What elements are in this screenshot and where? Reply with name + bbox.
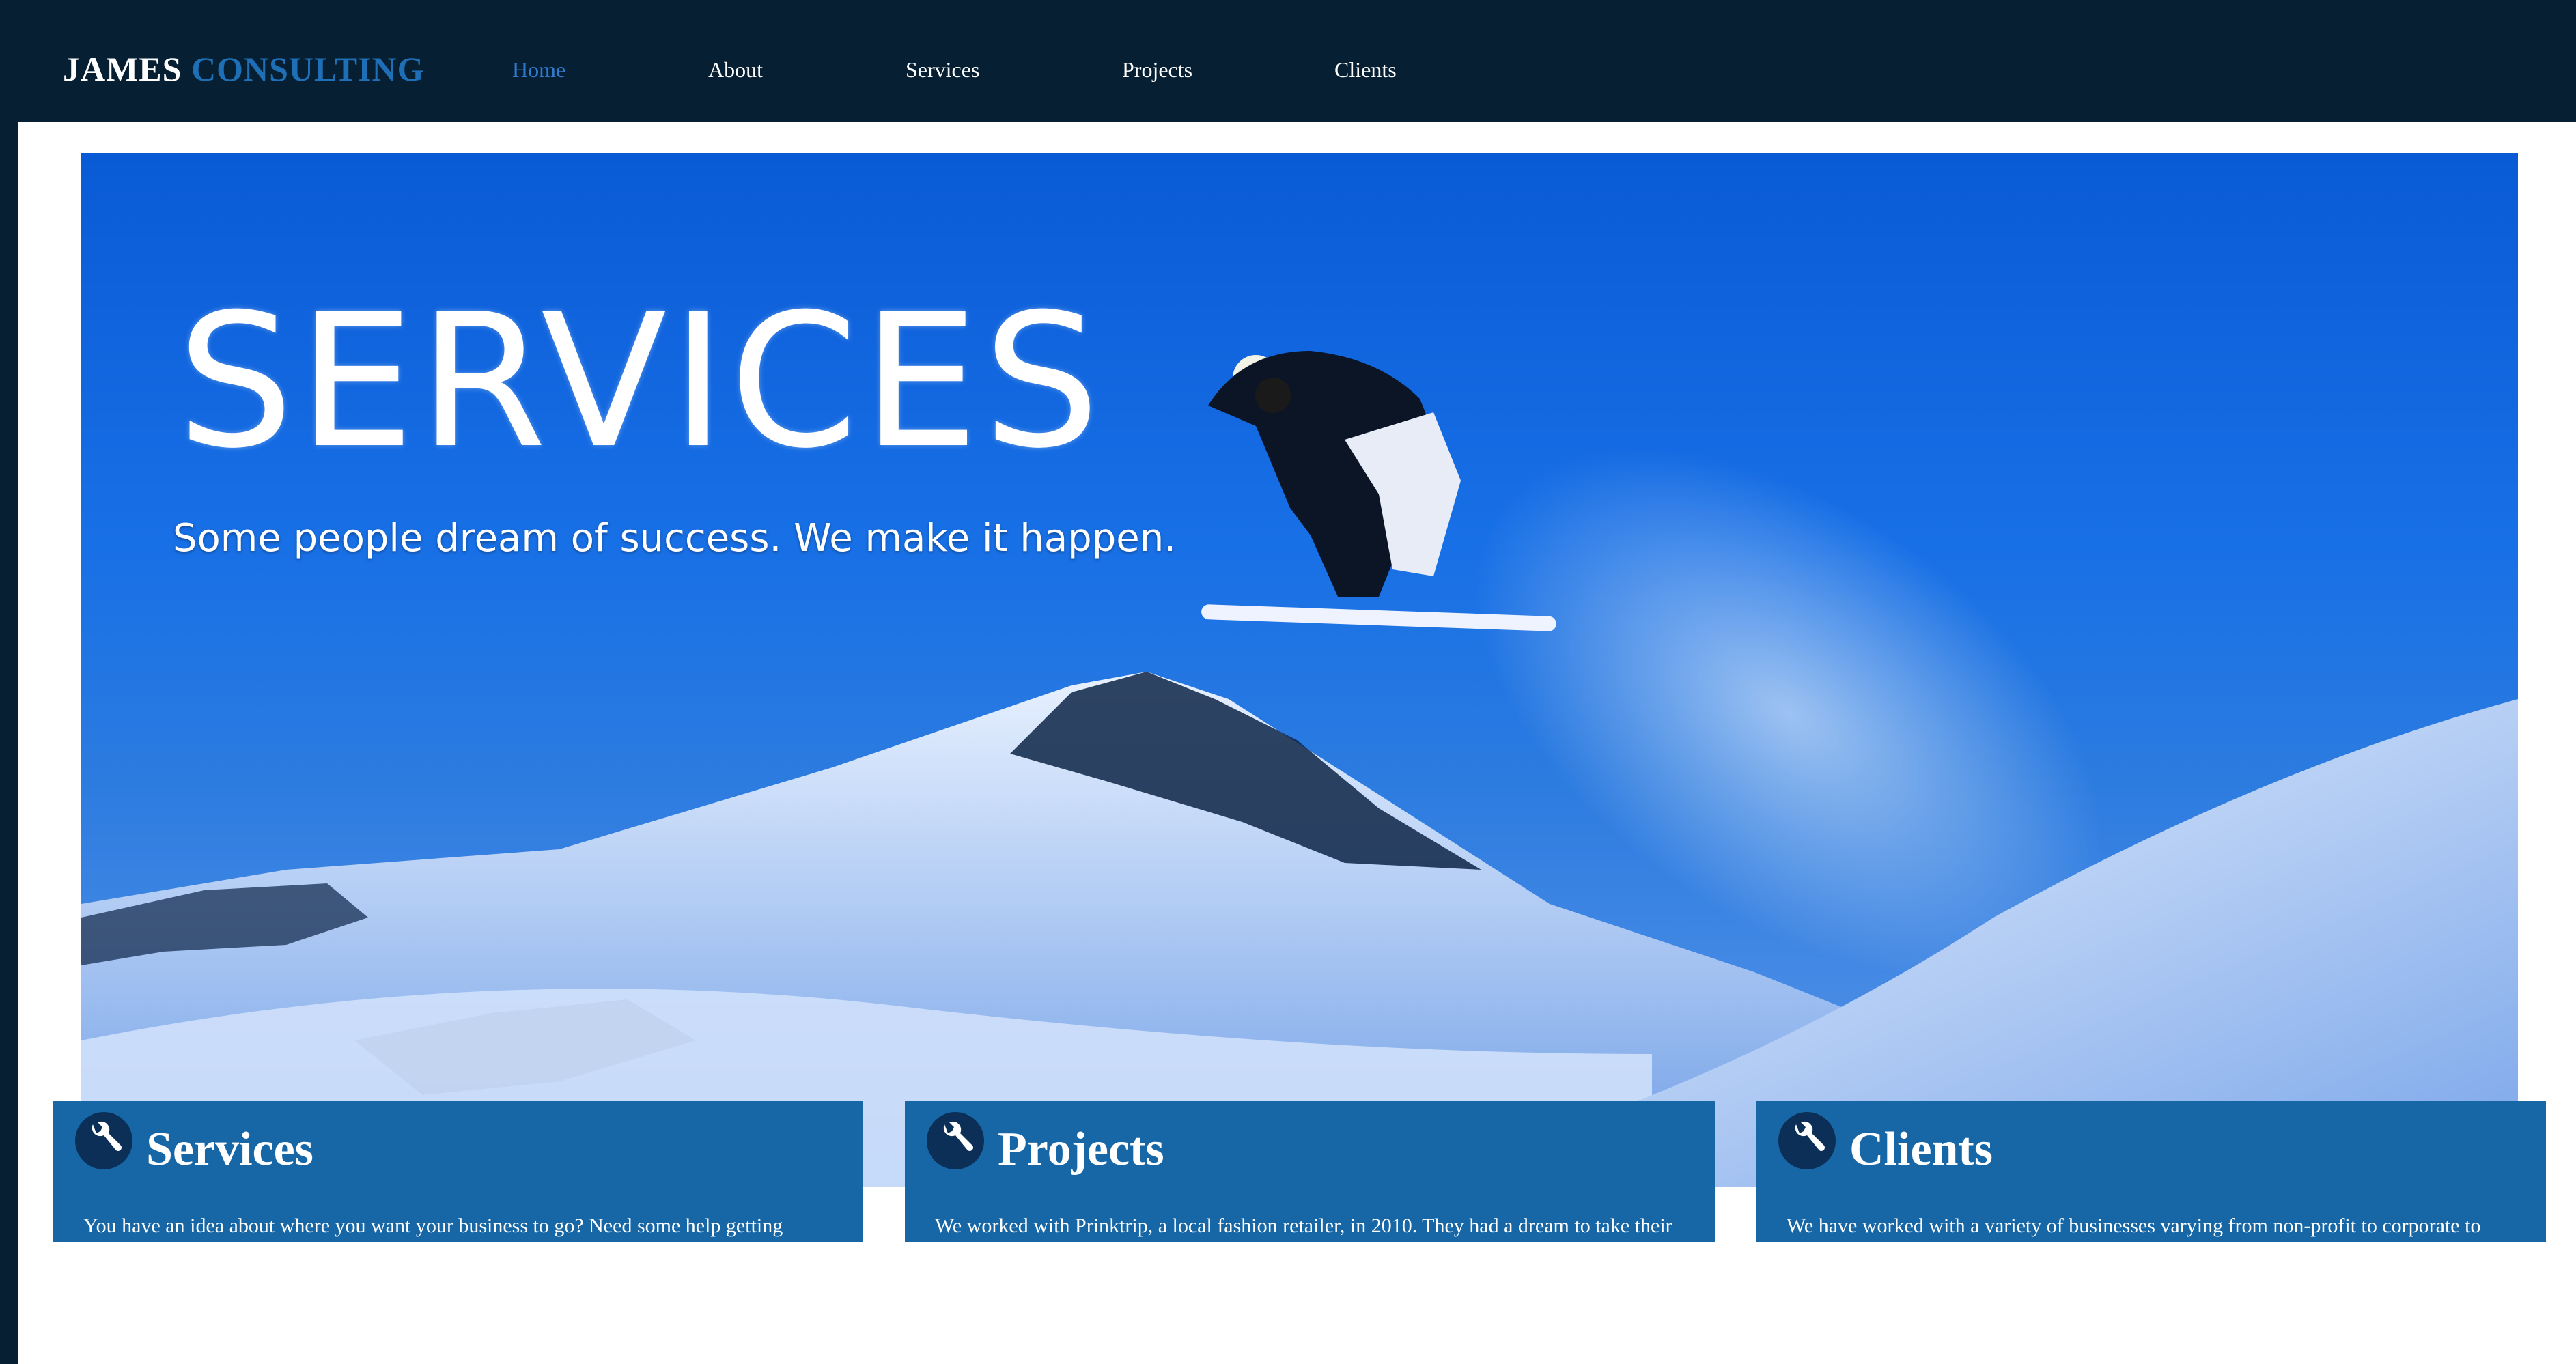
hero-banner: SERVICES Some people dream of success. W… bbox=[81, 153, 2518, 1187]
card-text: We have worked with a variety of busines… bbox=[1787, 1214, 2481, 1237]
nav-link-clients[interactable]: Clients bbox=[1334, 57, 1397, 83]
nav-link-projects[interactable]: Projects bbox=[1122, 57, 1192, 83]
brand-name-part2: CONSULTING bbox=[191, 50, 425, 88]
card-title: Clients bbox=[1849, 1123, 1993, 1176]
hero-subtitle: Some people dream of success. We make it… bbox=[173, 516, 1176, 560]
wrench-icon bbox=[75, 1112, 132, 1169]
card-title: Services bbox=[146, 1123, 313, 1176]
services-card[interactable]: Services You have an idea about where yo… bbox=[53, 1101, 863, 1242]
wrench-icon bbox=[927, 1112, 984, 1169]
nav-link-home[interactable]: Home bbox=[512, 57, 565, 83]
card-text: We worked with Prinktrip, a local fashio… bbox=[935, 1214, 1672, 1237]
clients-card[interactable]: Clients We have worked with a variety of… bbox=[1756, 1101, 2546, 1242]
brand-logo[interactable]: JAMES CONSULTING bbox=[63, 49, 425, 89]
top-navigation-bar: JAMES CONSULTING Home About Services Pro… bbox=[0, 0, 2576, 122]
nav-link-services[interactable]: Services bbox=[906, 57, 979, 83]
hero-title: SERVICES bbox=[177, 274, 1104, 489]
projects-card[interactable]: Projects We worked with Prinktrip, a loc… bbox=[905, 1101, 1715, 1242]
wrench-icon bbox=[1778, 1112, 1836, 1169]
brand-name-part1: JAMES bbox=[63, 50, 182, 88]
card-title: Projects bbox=[998, 1123, 1164, 1176]
nav-link-about[interactable]: About bbox=[708, 57, 763, 83]
card-text: You have an idea about where you want yo… bbox=[83, 1214, 783, 1237]
